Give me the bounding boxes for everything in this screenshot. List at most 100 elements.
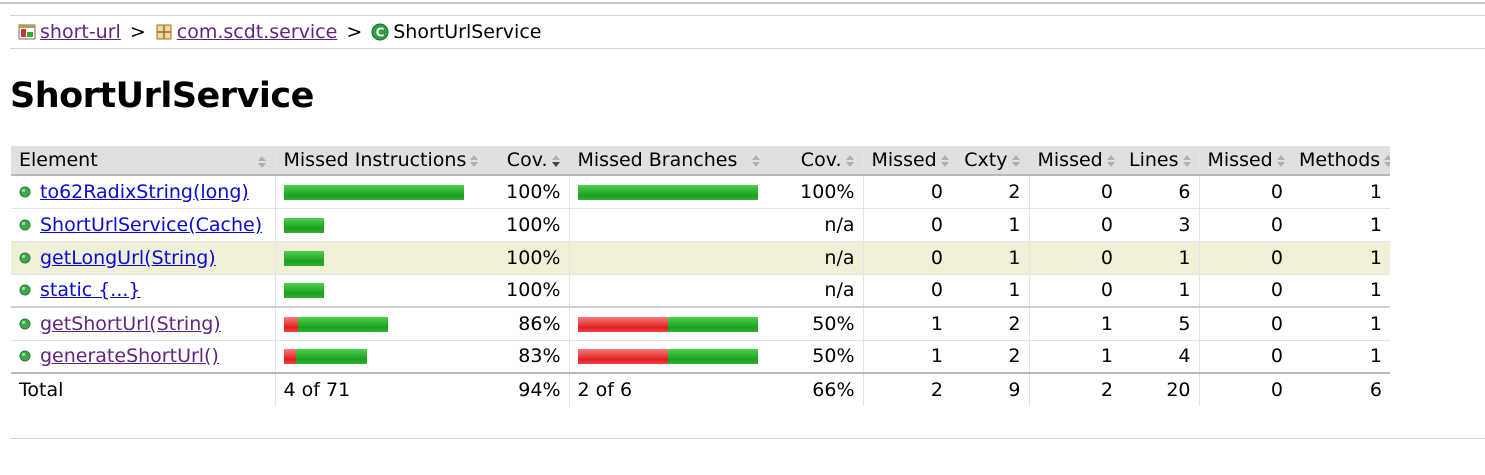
- header-cxty[interactable]: Cxty: [951, 146, 1029, 176]
- header-methods[interactable]: Methods: [1291, 146, 1390, 176]
- cell-methods: 1: [1291, 340, 1390, 374]
- cell-cxty: 1: [951, 241, 1029, 275]
- header-missed-branches[interactable]: Missed Branches: [568, 146, 781, 176]
- cell-branches-cov: 100%: [781, 175, 863, 209]
- cell-element: getLongUrl(String): [11, 241, 275, 275]
- header-missed-methods[interactable]: Missed: [1198, 146, 1291, 176]
- element-entry: to62RadixString(long): [19, 181, 249, 203]
- header-missed-methods-label: Missed: [1207, 149, 1273, 171]
- sort-arrows-icon: [1182, 154, 1191, 167]
- method-dot-icon: [19, 252, 31, 263]
- header-methods-label: Methods: [1299, 149, 1381, 171]
- cell-cxty: 1: [951, 208, 1029, 242]
- element-link[interactable]: ShortUrlService(Cache): [40, 214, 262, 236]
- element-link[interactable]: static {...}: [40, 279, 141, 301]
- cell-methods: 1: [1291, 208, 1390, 242]
- breadcrumb-project-link[interactable]: short-url: [40, 21, 121, 43]
- method-dot-icon: [19, 186, 31, 198]
- header-cov-instructions-label: Cov.: [506, 149, 548, 171]
- breadcrumb: short-url > com.scdt.service > C ShortUr…: [10, 15, 1485, 49]
- element-link[interactable]: generateShortUrl(): [40, 345, 219, 367]
- covered-bar-segment: [283, 283, 324, 299]
- element-entry: getShortUrl(String): [19, 313, 221, 335]
- cell-missed-branches: [568, 306, 781, 341]
- cell-branches-cov: n/a: [781, 274, 863, 308]
- branches-coverage-bar: [577, 316, 758, 332]
- element-entry: getLongUrl(String): [19, 247, 216, 269]
- cell-missed-methods: 0: [1198, 306, 1291, 341]
- cell-missed-methods: 0: [1198, 340, 1291, 374]
- cell-methods: 1: [1291, 175, 1390, 209]
- table-row: static {...} 100% n/a 0 1 0 1 0 1: [11, 274, 1390, 308]
- cell-cxty: 1: [951, 274, 1029, 308]
- cell-missed-cxty: 0: [862, 274, 951, 308]
- class-icon: C: [371, 23, 389, 41]
- header-missed-lines[interactable]: Missed: [1028, 146, 1121, 176]
- cell-instructions-cov: 100%: [487, 241, 569, 275]
- cell-lines: 1: [1121, 274, 1199, 308]
- cell-missed-cxty: 1: [862, 340, 951, 374]
- header-missed-instructions[interactable]: Missed Instructions: [274, 146, 487, 176]
- total-missed-methods: 0: [1198, 372, 1291, 406]
- total-instructions-cov: 94%: [487, 372, 569, 406]
- total-branches-cov: 66%: [781, 372, 863, 406]
- sort-arrows-icon: [470, 154, 479, 167]
- total-cxty: 9: [951, 372, 1029, 406]
- cell-branches-cov: 50%: [781, 340, 863, 374]
- cell-missed-methods: 0: [1198, 241, 1291, 275]
- header-missed-cxty[interactable]: Missed: [862, 146, 951, 176]
- top-rule: [0, 2, 1485, 4]
- breadcrumb-project[interactable]: short-url: [18, 21, 121, 43]
- cell-missed-cxty: 0: [862, 208, 951, 242]
- cell-methods: 1: [1291, 274, 1390, 308]
- header-lines-label: Lines: [1129, 149, 1179, 171]
- element-link[interactable]: to62RadixString(long): [40, 181, 249, 203]
- bottom-rule: [10, 438, 1485, 439]
- breadcrumb-package[interactable]: com.scdt.service: [155, 21, 338, 43]
- table-row: getShortUrl(String) 86% 50% 1 2 1 5 0 1: [11, 306, 1390, 341]
- method-dot-icon: [19, 350, 31, 362]
- element-link[interactable]: getLongUrl(String): [40, 247, 216, 269]
- table-row: to62RadixString(long) 100% 100% 0 2 0 6 0 1: [11, 175, 1390, 209]
- total-missed-cxty: 2: [862, 372, 951, 406]
- cell-element: to62RadixString(long): [11, 175, 275, 209]
- total-lines: 20: [1121, 372, 1199, 406]
- breadcrumb-package-link[interactable]: com.scdt.service: [177, 21, 338, 43]
- sort-arrows-icon: [1106, 154, 1115, 167]
- covered-bar-segment: [283, 250, 324, 266]
- element-link[interactable]: getShortUrl(String): [40, 313, 221, 335]
- header-lines[interactable]: Lines: [1121, 146, 1199, 176]
- missed-bar-segment: [283, 349, 296, 365]
- total-methods: 6: [1291, 372, 1390, 406]
- instructions-coverage-bar: [283, 316, 388, 332]
- cell-missed-instructions: [274, 340, 487, 374]
- sort-arrows-icon: [257, 156, 266, 168]
- cell-missed-lines: 0: [1028, 175, 1121, 209]
- cell-missed-instructions: [274, 306, 487, 341]
- cell-missed-instructions: [274, 241, 487, 275]
- svg-text:C: C: [376, 26, 385, 40]
- cell-instructions-cov: 100%: [487, 175, 569, 209]
- instructions-coverage-bar: [283, 217, 324, 233]
- header-cov-instructions[interactable]: Cov.: [487, 146, 569, 176]
- method-dot-icon: [19, 219, 31, 230]
- breadcrumb-separator: >: [129, 21, 146, 43]
- sort-arrows-icon: [1384, 154, 1390, 167]
- cell-branches-cov: n/a: [781, 208, 863, 242]
- instructions-coverage-bar: [283, 250, 324, 266]
- covered-bar-segment: [283, 184, 464, 200]
- breadcrumb-separator: >: [346, 21, 363, 43]
- instructions-coverage-bar: [283, 283, 324, 299]
- cell-missed-lines: 0: [1028, 208, 1121, 242]
- cell-lines: 5: [1121, 306, 1199, 341]
- header-cov-branches[interactable]: Cov.: [781, 146, 863, 176]
- instructions-coverage-bar: [283, 184, 464, 200]
- header-element[interactable]: Element: [11, 146, 275, 176]
- breadcrumb-current-label: ShortUrlService: [393, 21, 542, 43]
- cell-methods: 1: [1291, 306, 1390, 341]
- cell-missed-methods: 0: [1198, 208, 1291, 242]
- package-icon: [156, 24, 172, 40]
- cell-branches-cov: 50%: [781, 306, 863, 341]
- branches-coverage-bar: [577, 349, 758, 365]
- table-header-row: Element Missed Instructions Cov. Missed …: [11, 146, 1390, 176]
